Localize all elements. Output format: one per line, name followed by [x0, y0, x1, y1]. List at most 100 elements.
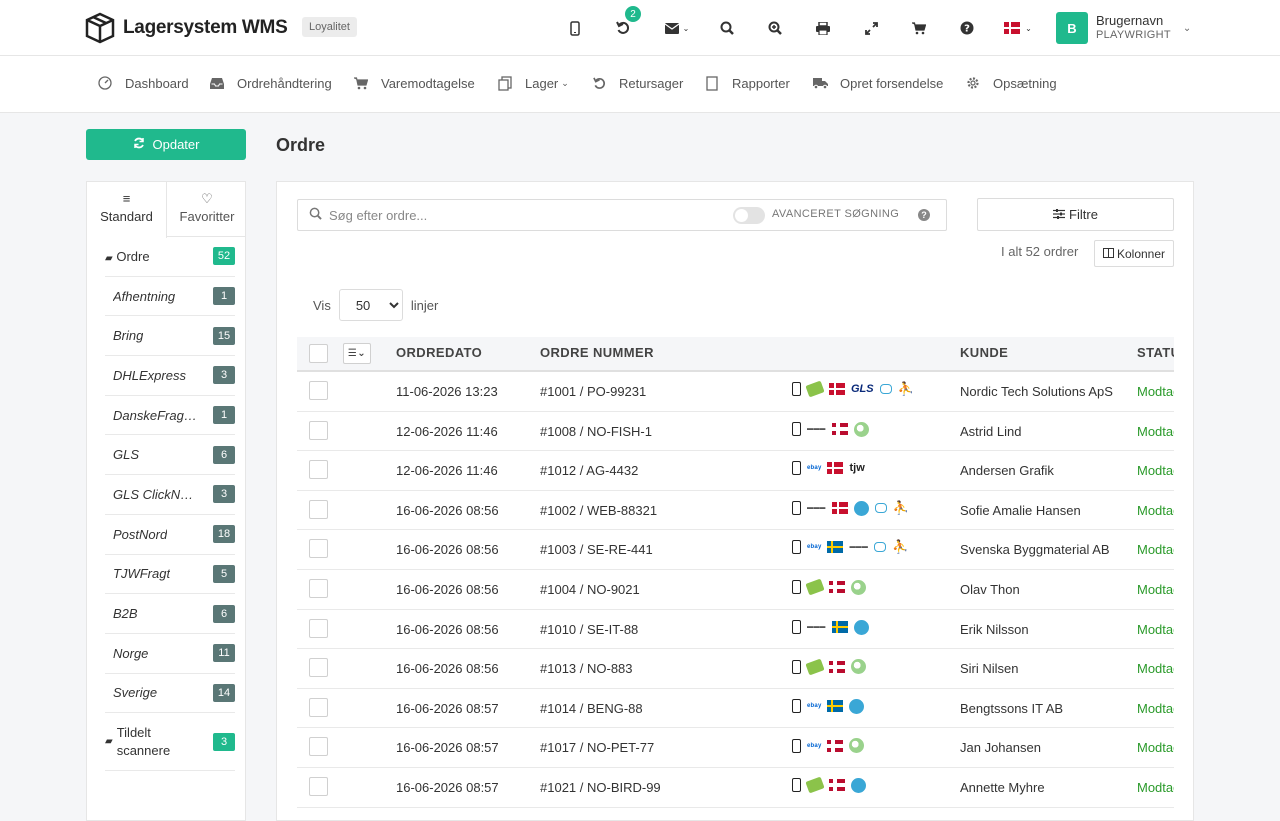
help-icon[interactable]: ?: [918, 209, 930, 221]
row-checkbox[interactable]: [309, 460, 328, 480]
columns-button[interactable]: Kolonner: [1094, 240, 1174, 267]
order-date: 11-06-2026 13:23: [396, 384, 498, 399]
nav-item-ordrehandtering[interactable]: Ordrehåndtering: [209, 75, 332, 91]
undo-icon[interactable]: 2: [611, 6, 641, 40]
nav-label: Ordrehåndtering: [237, 75, 332, 91]
order-number[interactable]: #1001 / PO-99231: [540, 384, 646, 399]
flag-se-icon: [831, 621, 848, 634]
nav-item-rapporter[interactable]: Rapporter: [704, 75, 790, 91]
nav-item-opret-forsendelse[interactable]: Opret forsendelse: [812, 75, 943, 91]
row-checkbox[interactable]: [309, 737, 328, 757]
row-checkbox[interactable]: [309, 578, 328, 598]
nav-label: Retursager: [619, 75, 684, 91]
table-row[interactable]: 16-06-2026 08:56 #1003 / SE-RE-441 ebay ▬▬▬…: [297, 530, 1174, 570]
status-badge: Modtaget: [1137, 700, 1174, 716]
customer-name: Sofie Amalie Hansen: [960, 502, 1081, 518]
nav-item-varemodtagelse[interactable]: Varemodtagelse: [353, 75, 475, 91]
order-number[interactable]: #1008 / NO-FISH-1: [540, 424, 652, 439]
table-row[interactable]: 16-06-2026 08:57 #1021 / NO-BIRD-99 Annett…: [297, 768, 1174, 808]
order-number[interactable]: #1017 / NO-PET-77: [540, 740, 654, 755]
table-row[interactable]: 12-06-2026 11:46 #1012 / AG-4432 ebay tjw An…: [297, 451, 1174, 491]
sidebar-list: ▰ Ordre 52 Afhentning 1 Bring 15 DHLExpres…: [87, 237, 245, 772]
loyalty-badge[interactable]: Loyalitet: [302, 17, 357, 37]
search-input[interactable]: Søg efter ordre... AVANCERET SØGNING ?: [297, 199, 947, 231]
col-date[interactable]: ORDREDATO: [396, 345, 482, 360]
zoom-in-icon[interactable]: [763, 16, 787, 40]
app-logo[interactable]: Lagersystem WMS: [85, 12, 288, 44]
order-number[interactable]: #1010 / SE-IT-88: [540, 622, 638, 637]
user-menu[interactable]: B Brugernavn PLAYWRIGHT ⌄: [1056, 12, 1191, 44]
row-checkbox[interactable]: [309, 776, 328, 796]
tab-favoritter[interactable]: ♡ Favoritter: [167, 182, 247, 237]
sidebar-item-postnord[interactable]: PostNord 18: [105, 515, 235, 555]
table-row[interactable]: 16-06-2026 08:56 #1004 / NO-9021 Olav Thon…: [297, 570, 1174, 610]
help-icon[interactable]: ?: [955, 16, 979, 40]
order-number[interactable]: #1013 / NO-883: [540, 661, 633, 676]
table-row[interactable]: 12-06-2026 11:46 #1008 / NO-FISH-1 ▬▬▬ Astr…: [297, 412, 1174, 452]
page-size-select[interactable]: 50: [338, 289, 403, 321]
col-order-number[interactable]: ORDRE NUMMER: [540, 345, 654, 360]
table-row[interactable]: 16-06-2026 08:56 #1013 / NO-883 Siri Nilse…: [297, 649, 1174, 689]
count-badge: 18: [213, 525, 235, 544]
sidebar-item-bring[interactable]: Bring 15: [105, 316, 235, 357]
row-checkbox[interactable]: [309, 420, 328, 440]
row-checkbox[interactable]: [309, 499, 328, 519]
sidebar-item-afhentning[interactable]: Afhentning 1: [105, 277, 235, 317]
ebay-logo-icon: ebay: [807, 742, 822, 749]
table-row[interactable]: 16-06-2026 08:57 #1017 / NO-PET-77 ebay Jan…: [297, 728, 1174, 768]
sidebar-item-gls-clicknship[interactable]: GLS ClickNShip 3: [105, 475, 235, 515]
sidebar-item-b2b[interactable]: B2B 6: [105, 594, 235, 634]
tab-standard[interactable]: ≡ Standard: [87, 182, 167, 238]
carrier-green-icon: [851, 659, 866, 675]
mobile-icon[interactable]: [563, 16, 587, 40]
sidebar-item-danskefragtmaend[interactable]: DanskeFragtmænd 1: [105, 396, 235, 436]
sidebar-item-tjwfragt[interactable]: TJWFragt 5: [105, 555, 235, 595]
ebay-logo-icon: ebay: [807, 465, 822, 472]
cart-icon[interactable]: [907, 16, 931, 40]
nav-item-opsaetning[interactable]: Opsætning: [965, 75, 1057, 91]
column-settings-button[interactable]: ☰⌄: [343, 343, 371, 364]
sidebar-item-gls[interactable]: GLS 6: [105, 435, 235, 476]
update-button[interactable]: Opdater: [86, 129, 246, 160]
chevron-down-icon: ⌄: [561, 77, 569, 88]
sidebar-item-dhlexpress[interactable]: DHLExpress 3: [105, 356, 235, 396]
order-number[interactable]: #1002 / WEB-88321: [540, 503, 657, 518]
language-flag-dk-icon[interactable]: ⌄: [1001, 16, 1035, 40]
order-number[interactable]: #1012 / AG-4432: [540, 463, 638, 478]
select-all-checkbox[interactable]: [309, 344, 328, 363]
row-checkbox[interactable]: [309, 658, 328, 678]
nav-item-dashboard[interactable]: Dashboard: [97, 75, 189, 91]
sidebar-item-tildelt-scannere[interactable]: ▰ Tildelt scannere 3: [105, 713, 235, 772]
sidebar-item-label: PostNord: [113, 526, 168, 542]
main-nav: Dashboard Ordrehåndtering Varemodtagelse…: [0, 56, 1280, 113]
print-icon[interactable]: [811, 16, 835, 40]
nav-item-retursager[interactable]: Retursager: [591, 75, 683, 91]
row-checkbox[interactable]: [309, 697, 328, 717]
table-row[interactable]: 16-06-2026 08:56 #1010 / SE-IT-88 ▬▬▬ Erik …: [297, 610, 1174, 650]
order-number[interactable]: #1004 / NO-9021: [540, 582, 640, 597]
order-date: 12-06-2026 11:46: [396, 463, 498, 479]
row-checkbox[interactable]: [309, 618, 328, 638]
nav-item-lager[interactable]: Lager ⌄: [497, 75, 569, 91]
col-status[interactable]: STATUS: [1137, 345, 1174, 360]
order-number[interactable]: #1014 / BENG-88: [540, 701, 643, 716]
expand-icon[interactable]: [859, 16, 883, 40]
sidebar-item-norge[interactable]: Norge 11: [105, 634, 235, 674]
sidebar-item-sverige[interactable]: Sverige 14: [105, 674, 235, 714]
mail-dropdown-icon[interactable]: ⌄: [660, 16, 694, 40]
order-number[interactable]: #1021 / NO-BIRD-99: [540, 780, 661, 795]
table-row[interactable]: 11-06-2026 13:23 #1001 / PO-99231 GLS ⛹ Nord…: [297, 372, 1174, 412]
row-checkbox[interactable]: [309, 381, 328, 400]
row-checkbox[interactable]: [309, 539, 328, 559]
col-customer[interactable]: KUNDE: [960, 345, 1008, 360]
search-icon[interactable]: [715, 16, 739, 40]
flag-no-icon: [829, 660, 845, 673]
flag-se-icon: [827, 541, 844, 554]
sidebar-item-ordre[interactable]: ▰ Ordre 52: [105, 237, 235, 277]
order-number[interactable]: #1003 / SE-RE-441: [540, 542, 653, 557]
person-pickup-icon: ⛹: [892, 500, 909, 516]
advanced-search-toggle[interactable]: [733, 207, 765, 224]
filter-button[interactable]: Filtre: [977, 198, 1174, 231]
table-row[interactable]: 16-06-2026 08:56 #1002 / WEB-88321 ▬▬▬ ⛹ Sof…: [297, 491, 1174, 531]
table-row[interactable]: 16-06-2026 08:57 #1014 / BENG-88 ebay Bengt…: [297, 689, 1174, 729]
